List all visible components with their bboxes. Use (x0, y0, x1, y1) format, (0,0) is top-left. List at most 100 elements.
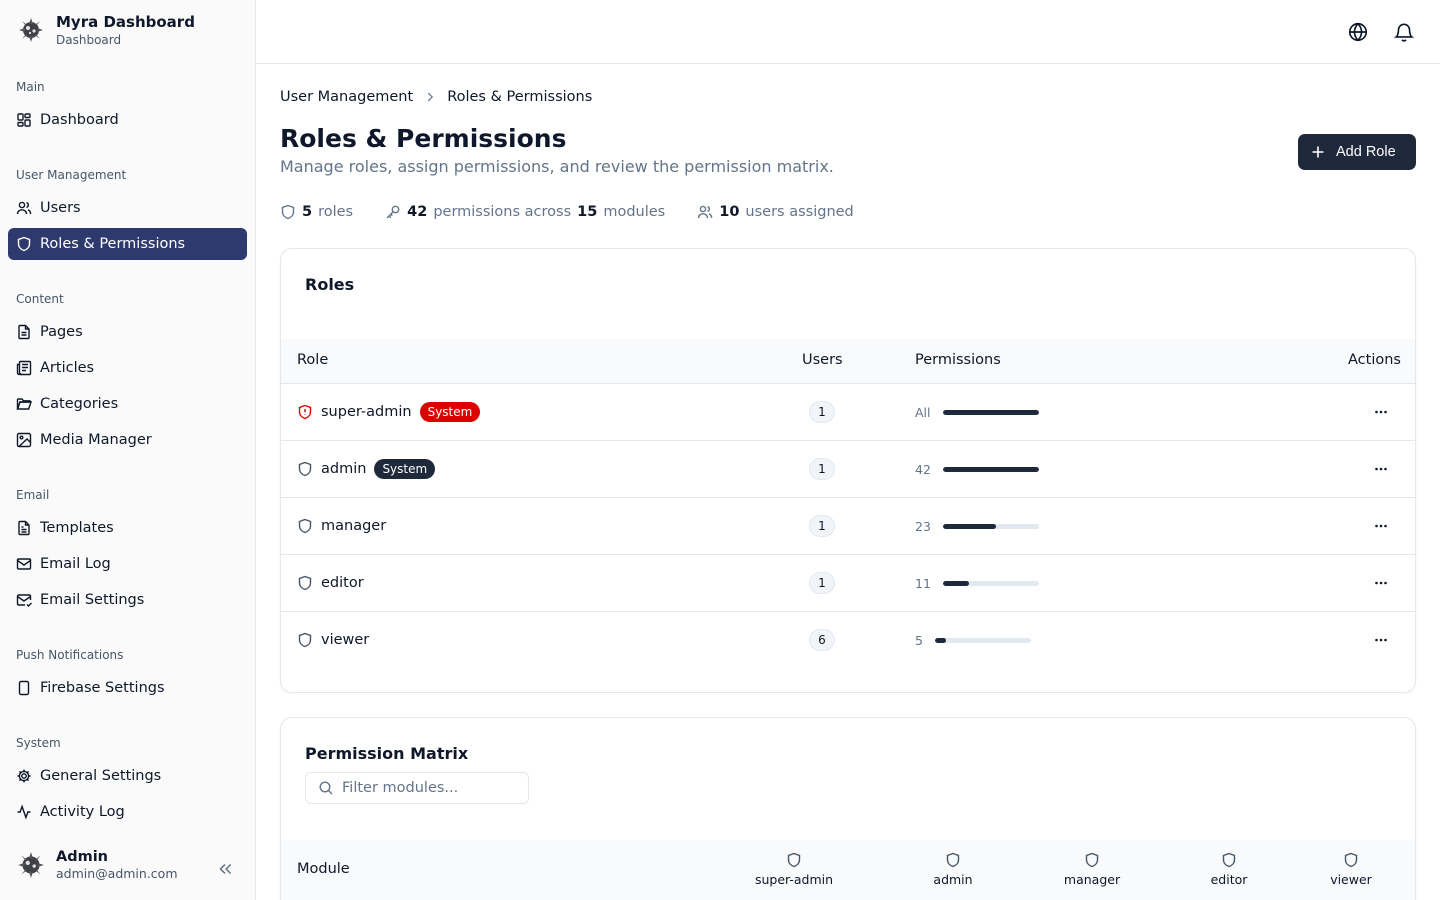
sidebar-item-label: Users (40, 200, 81, 216)
gear-icon (17, 769, 31, 783)
more-horizontal-icon (1375, 524, 1387, 528)
table-row[interactable]: editor 1 11 (281, 555, 1415, 612)
nav-group-main: Main (16, 80, 45, 94)
sidebar-item-roles-permissions[interactable]: Roles & Permissions (8, 228, 247, 260)
globe-icon[interactable] (1347, 21, 1369, 43)
users-count-badge: 1 (809, 572, 835, 594)
sidebar-item-general-settings[interactable]: General Settings (8, 760, 247, 792)
sidebar-item-label: Activity Log (40, 804, 125, 820)
row-actions-button[interactable] (1369, 457, 1393, 481)
column-actions: Actions (1348, 352, 1401, 368)
role-name: manager (321, 518, 387, 534)
table-row[interactable]: super-admin System 1 All (281, 384, 1415, 441)
matrix-column-super-admin: super-admin (739, 852, 849, 887)
users-count-badge: 1 (809, 515, 835, 537)
matrix-card-title: Permission Matrix (305, 744, 469, 763)
sidebar-item-users[interactable]: Users (8, 192, 247, 224)
matrix-column-admin: admin (898, 852, 1008, 887)
matrix-column-label: viewer (1330, 872, 1372, 887)
stat-roles-count: 5 (302, 204, 313, 220)
permissions-cell: All (915, 384, 1039, 440)
app-title: Myra Dashboard (56, 13, 195, 31)
permissions-count: 23 (915, 518, 931, 534)
file-text-icon (18, 520, 30, 536)
layout-grid-icon (17, 113, 31, 127)
stat-permissions-label: permissions across (433, 204, 572, 220)
stat-modules-count: 15 (577, 204, 598, 220)
breadcrumb-current: Roles & Permissions (447, 89, 593, 105)
table-row[interactable]: manager 1 23 (281, 498, 1415, 555)
permissions-cell: 23 (915, 498, 1039, 554)
sidebar-item-templates[interactable]: Templates (8, 512, 247, 544)
role-cell: manager (297, 498, 386, 554)
sidebar-item-categories[interactable]: Categories (8, 388, 247, 420)
stat-permissions-count: 42 (407, 204, 428, 220)
bell-icon[interactable] (1393, 21, 1415, 43)
sidebar-user[interactable]: Admin admin@admin.com (16, 848, 240, 882)
matrix-column-viewer: viewer (1296, 852, 1406, 887)
sidebar-item-label: Media Manager (40, 432, 152, 448)
collapse-sidebar-icon[interactable] (216, 860, 234, 878)
page-title: Roles & Permissions (280, 124, 567, 153)
users-count-badge: 6 (809, 629, 835, 651)
permission-matrix-card: Permission Matrix Module super-admin adm… (280, 717, 1416, 900)
row-actions-button[interactable] (1369, 628, 1393, 652)
roles-table-header: Role Users Permissions Actions (281, 339, 1415, 384)
sidebar-item-label: Articles (40, 360, 95, 376)
sidebar-item-media-manager[interactable]: Media Manager (8, 424, 247, 456)
table-row[interactable]: viewer 6 5 (281, 612, 1415, 669)
nav-group-system: System (16, 736, 61, 750)
sidebar-item-pages[interactable]: Pages (8, 316, 247, 348)
shield-icon (298, 461, 312, 477)
brand[interactable]: Myra Dashboard Dashboard (16, 12, 195, 48)
search-icon (319, 781, 333, 795)
column-permissions: Permissions (915, 352, 1001, 368)
users-count-badge: 1 (809, 458, 835, 480)
page-subtitle: Manage roles, assign permissions, and re… (280, 157, 834, 176)
sidebar-item-firebase-settings[interactable]: Firebase Settings (8, 672, 247, 704)
image-icon (16, 432, 32, 448)
brand-logo-icon (16, 15, 46, 45)
permissions-count: All (915, 404, 931, 420)
permissions-progress-fill (942, 523, 996, 529)
table-row[interactable]: admin System 1 42 (281, 441, 1415, 498)
column-users: Users (802, 352, 843, 368)
smartphone-icon (18, 680, 30, 696)
permissions-progress-fill (942, 466, 1039, 472)
sidebar-item-dashboard[interactable]: Dashboard (8, 104, 247, 136)
breadcrumb-user-management[interactable]: User Management (280, 89, 413, 105)
nav-group-content: Content (16, 292, 64, 306)
matrix-column-label: super-admin (754, 872, 834, 887)
sidebar-item-email-settings[interactable]: Email Settings (8, 584, 247, 616)
more-horizontal-icon (1375, 410, 1387, 414)
permissions-cell: 42 (915, 441, 1039, 497)
sidebar-item-label: Roles & Permissions (40, 236, 186, 252)
shield-icon (298, 518, 312, 534)
key-icon (386, 205, 400, 219)
shield-icon (298, 575, 312, 591)
role-cell: super-admin System (297, 384, 481, 440)
matrix-column-label: admin (933, 872, 973, 887)
nav-group-push-notifications: Push Notifications (16, 648, 124, 662)
sidebar-item-label: Templates (40, 520, 114, 536)
role-name: admin (321, 461, 367, 477)
row-actions-button[interactable] (1369, 514, 1393, 538)
sidebar-item-email-log[interactable]: Email Log (8, 548, 247, 580)
permissions-count: 11 (915, 575, 931, 591)
filter-modules-field[interactable] (305, 772, 529, 804)
permissions-progress-bar (942, 523, 1039, 529)
row-actions-button[interactable] (1369, 400, 1393, 424)
permissions-count: 5 (915, 632, 923, 648)
filter-modules-input[interactable] (342, 780, 512, 796)
sidebar-item-label: Categories (40, 396, 119, 412)
sidebar-item-articles[interactable]: Articles (8, 352, 247, 384)
sidebar-item-label: General Settings (40, 768, 162, 784)
mail-icon (16, 558, 32, 570)
users-icon (16, 201, 32, 215)
newspaper-icon (16, 360, 32, 376)
row-actions-button[interactable] (1369, 571, 1393, 595)
sidebar-item-label: Email Settings (40, 592, 145, 608)
sidebar-item-activity-log[interactable]: Activity Log (8, 796, 247, 828)
stat-users-count: 10 (719, 204, 740, 220)
add-role-button[interactable]: Add Role (1298, 134, 1416, 170)
